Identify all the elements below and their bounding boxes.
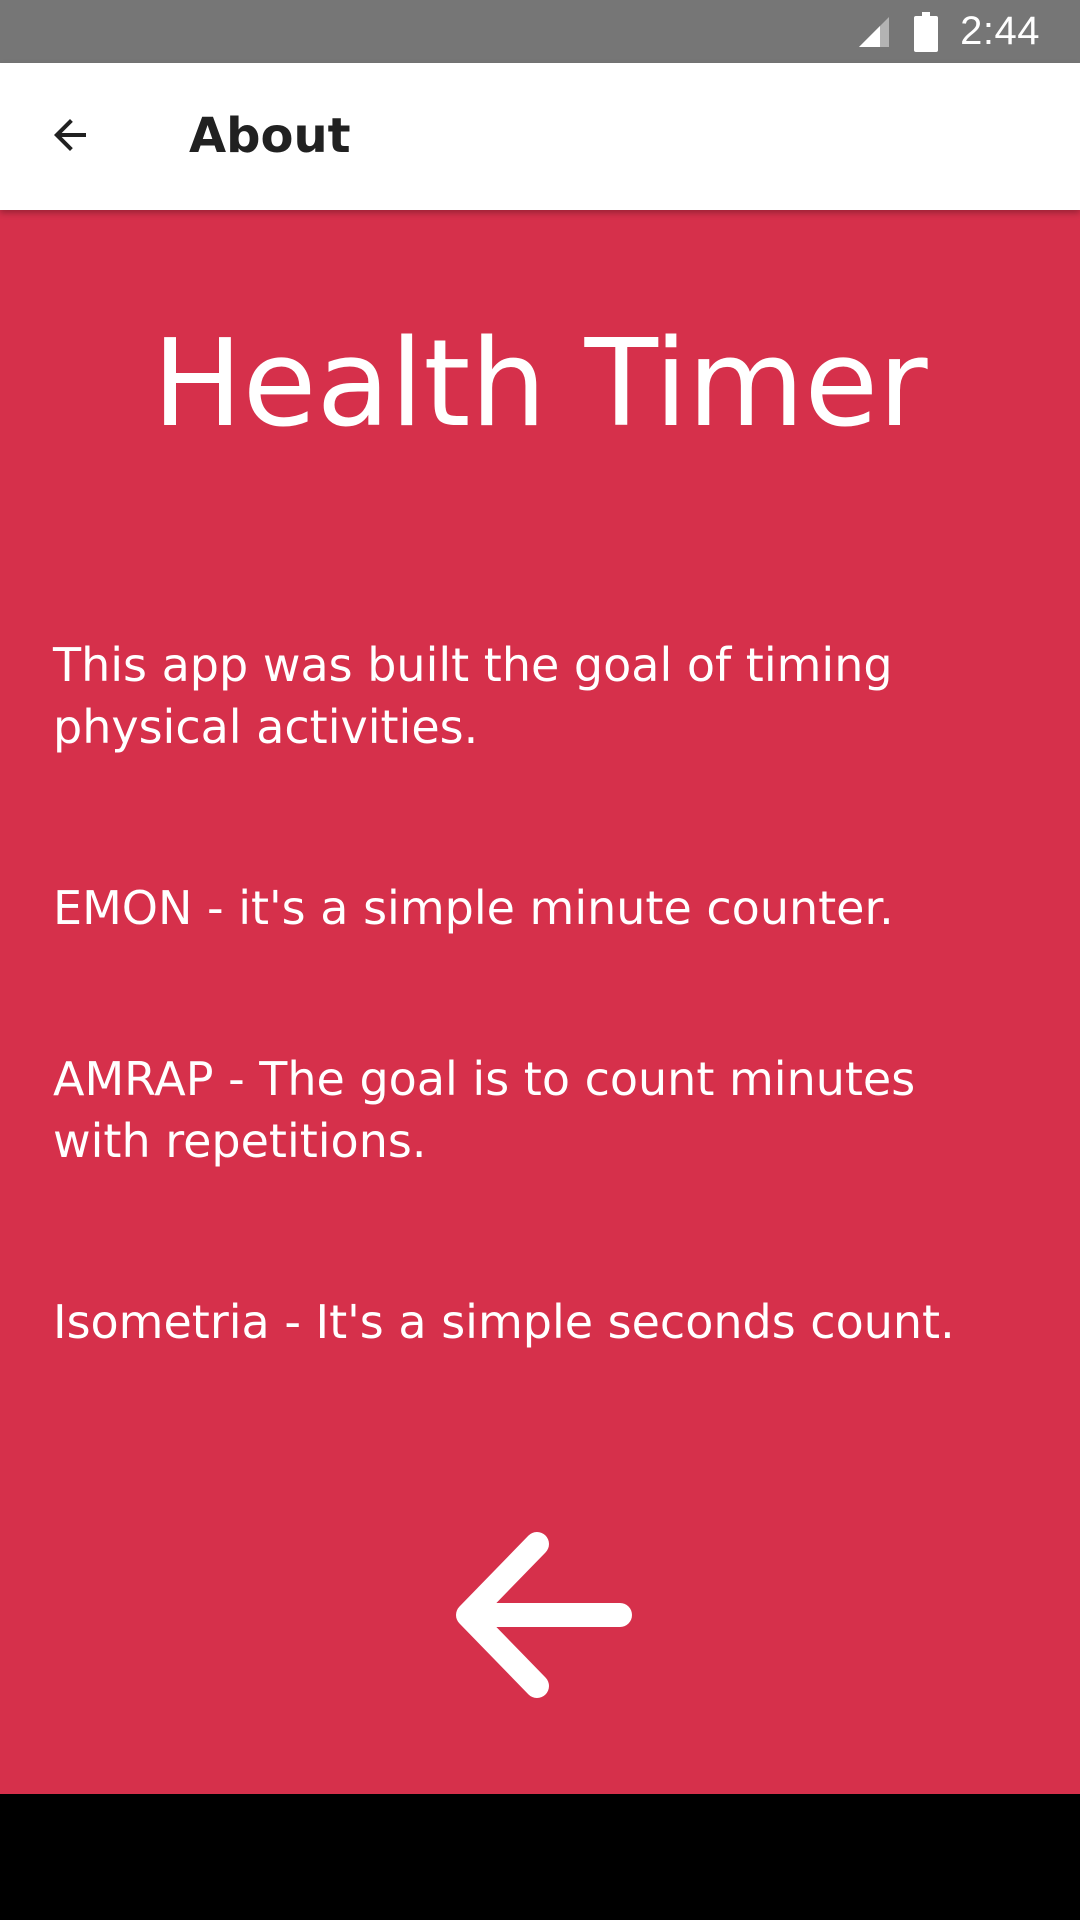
status-bar: 2:44	[0, 0, 1080, 63]
status-icons: 2:44	[856, 0, 1040, 63]
battery-icon	[914, 11, 939, 52]
about-content: Health Timer This app was built the goal…	[0, 210, 1080, 1794]
back-button[interactable]	[28, 93, 112, 177]
description-amrap: AMRAP - The goal is to count minutes wit…	[53, 1052, 916, 1168]
cellular-signal-icon	[856, 14, 892, 50]
page-title: About	[189, 108, 351, 164]
system-nav-bar	[0, 1794, 1080, 1920]
description-isometria: Isometria - It's a simple seconds count.	[53, 1295, 955, 1349]
return-button[interactable]	[430, 1510, 650, 1720]
description-intro: This app was built the goal of timing ph…	[53, 638, 893, 754]
app-bar: About	[0, 63, 1080, 210]
large-arrow-back-icon	[440, 1530, 640, 1700]
arrow-back-icon	[46, 111, 94, 159]
description-emon: EMON - it's a simple minute counter.	[53, 881, 894, 935]
status-time: 2:44	[960, 9, 1040, 53]
app-name-heading: Health Timer	[152, 315, 928, 454]
